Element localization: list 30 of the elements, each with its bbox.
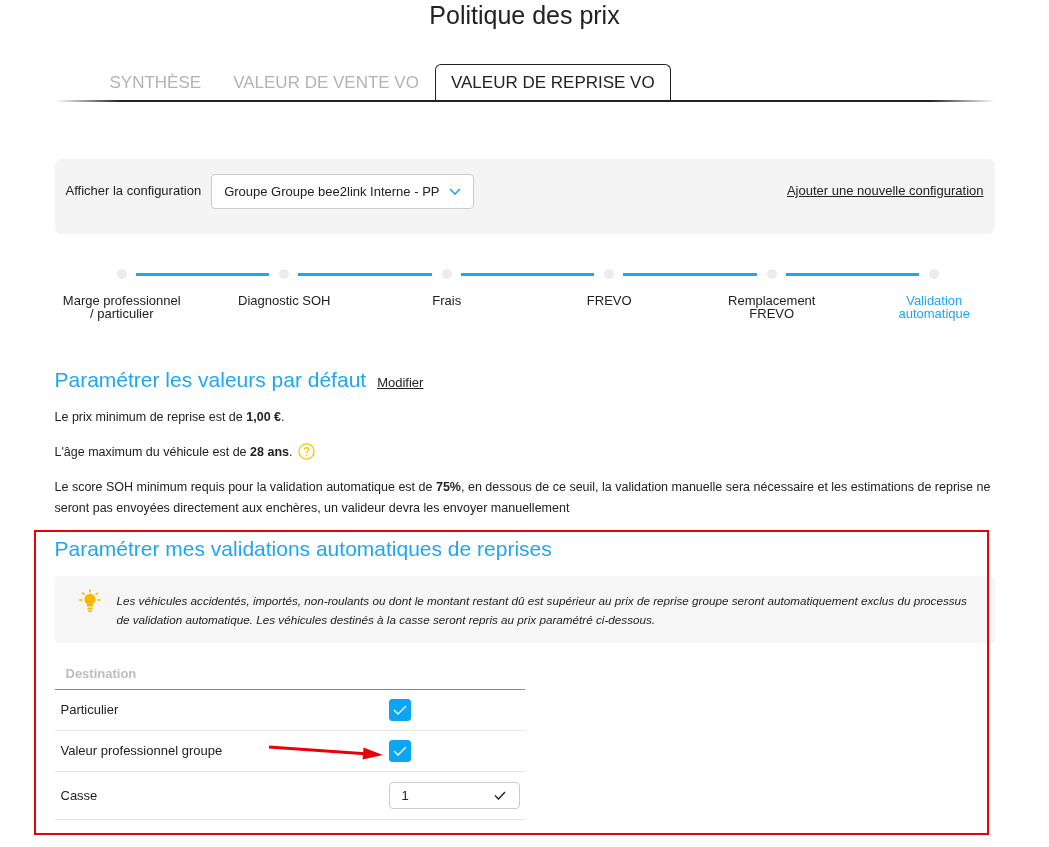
checkbox[interactable] [388, 699, 411, 721]
column-header: Destination [54, 657, 525, 690]
modify-link[interactable]: Modifier [377, 373, 424, 393]
tab[interactable]: VALEUR DE REPRISE VO [434, 64, 671, 100]
row-label: Valeur professionnel groupe [60, 742, 223, 761]
checkmark-icon [392, 746, 407, 756]
step-label[interactable]: Diagnostic SOH [238, 294, 331, 320]
checkmark-icon [392, 705, 407, 715]
step-label[interactable]: Remplacement FREVO [728, 294, 816, 320]
chevron-down-icon [449, 188, 462, 195]
body-text: Le score SOH minimum requis pour la validation automatique est de 75%, en dessous de ce seuil, la validation manuelle sera nécessaire et les estimations de reprise ne seront pas envoyées directement aux enchères, un valideur devra les envoyer manuellement [54, 480, 991, 515]
body-text: Le prix minimum de reprise est de 1,00 €. [54, 410, 285, 424]
config-label: Afficher la configuration [65, 182, 202, 200]
step-label[interactable]: FREVO [586, 294, 632, 320]
check-icon[interactable] [493, 791, 506, 800]
configuration-select[interactable]: Groupe Groupe bee2link Interne - PP [211, 174, 475, 209]
body-text: L'âge maximum du véhicule est de 28 ans. [54, 445, 293, 459]
step-label[interactable]: Marge professionnel / particulier [62, 294, 181, 320]
step-label[interactable]: Frais [432, 294, 462, 320]
section-heading: Paramétrer mes validations automatiques de reprises [54, 536, 552, 562]
checkbox[interactable] [388, 740, 411, 762]
lightbulb-icon [78, 589, 101, 613]
help-icon[interactable] [298, 443, 316, 460]
page-title: Politique des prix [428, 0, 621, 30]
info-text: Les véhicules accidentés, importés, non-roulants ou dont le montant restant dû est supérieur au prix de reprise groupe seront automatiquement exclus du processus de validation automatique. Les véhicules destinés à la casse seront repris au prix paramétré ci-dessous. [116, 593, 968, 628]
section-heading: Paramétrer les valeurs par défaut [54, 367, 367, 393]
add-configuration-link[interactable]: Ajouter une nouvelle configuration [786, 182, 984, 200]
row-label: Casse [60, 786, 98, 805]
value-input[interactable]: 1 [388, 782, 520, 809]
row-label: Particulier [60, 701, 119, 720]
